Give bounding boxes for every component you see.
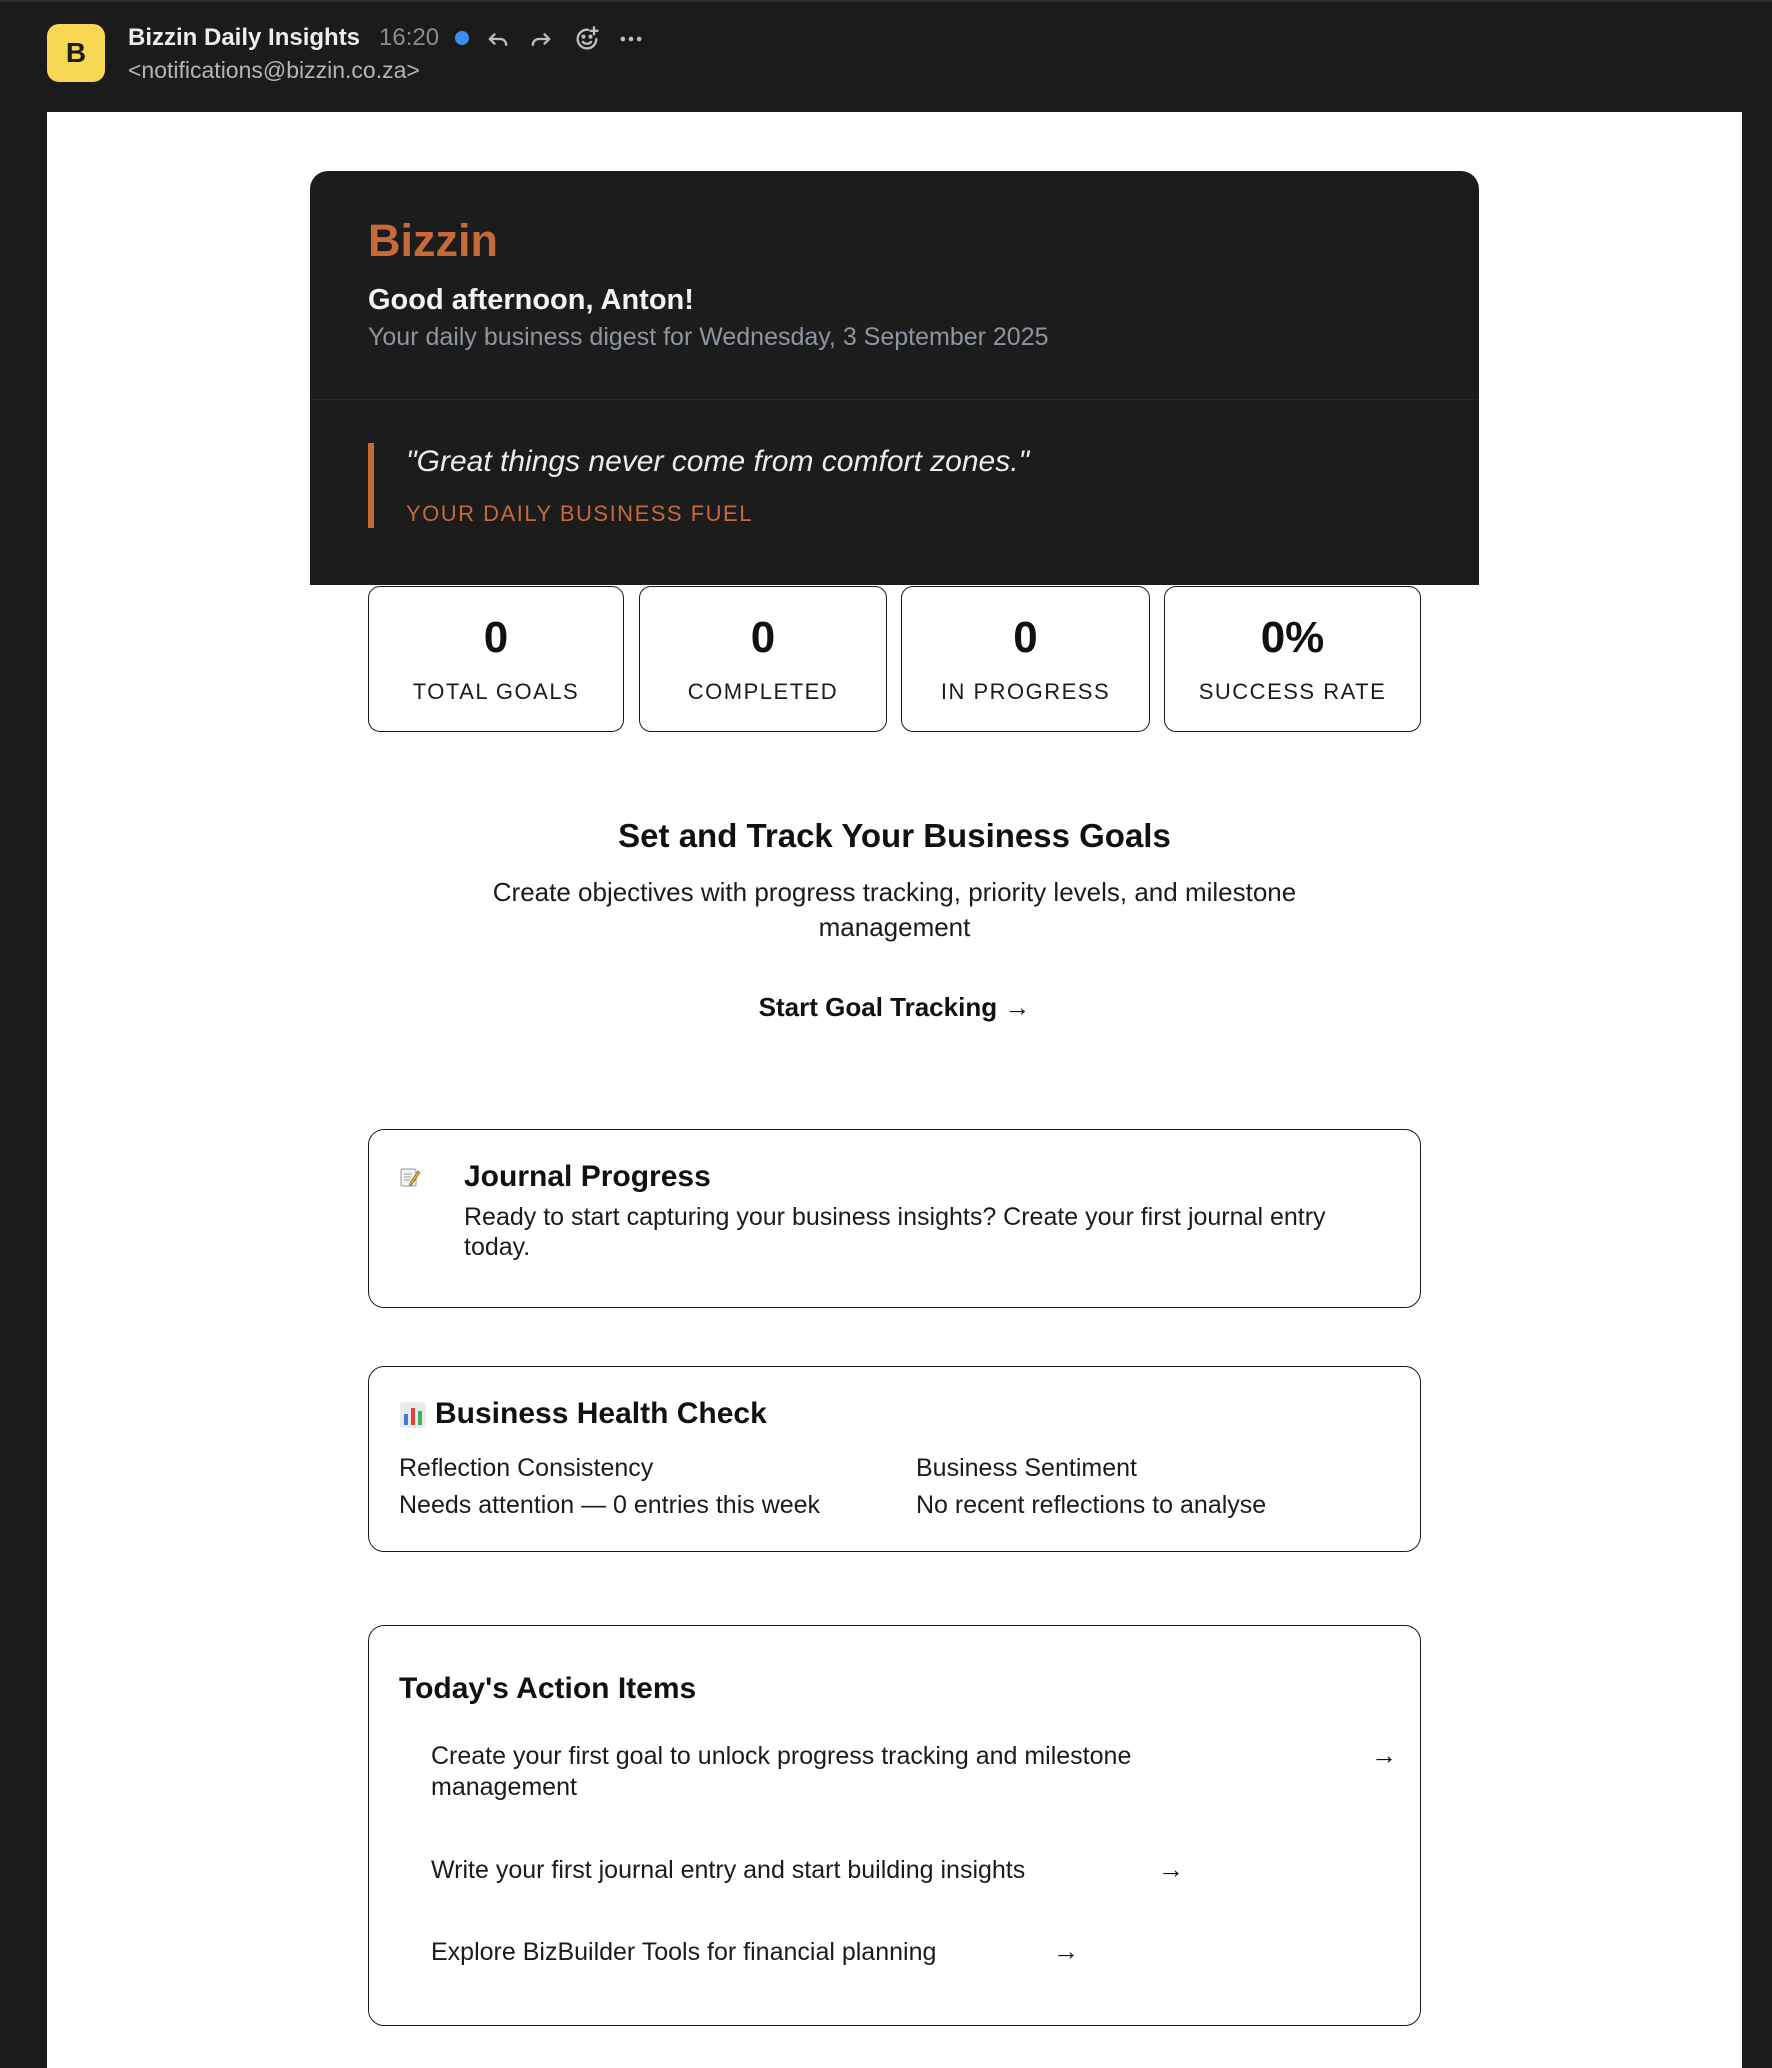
journal-progress-card: Journal Progress Ready to start capturin… [368,1129,1421,1308]
bar-chart-icon [400,1402,426,1428]
sender-avatar[interactable]: B [47,24,105,82]
stat-in-progress: 0 IN PROGRESS [901,586,1150,732]
stat-label: TOTAL GOALS [412,679,580,704]
stat-value: 0 [750,613,776,662]
stat-value: 0 [1013,613,1038,662]
metric-value-reflection: Needs attention — 0 entries this week [399,1491,821,1519]
memo-icon [400,1168,421,1187]
metric-label-reflection: Reflection Consistency [399,1454,654,1482]
mail-header: B Bizzin Daily Insights 16:20 <notificat… [0,0,1772,112]
action-items-title: Today's Action Items [399,1672,697,1705]
stat-value: 0 [483,613,509,662]
stat-label: IN PROGRESS [940,679,1111,704]
brand-logo: Bizzin [368,215,498,266]
goals-description: Create objectives with progress tracking… [492,877,1297,942]
reply-icon[interactable] [481,22,515,56]
greeting: Good afternoon, Anton! [368,284,694,316]
action-item-create-goal[interactable]: Create your first goal to unlock progres… [431,1741,1261,1803]
forward-icon[interactable] [524,22,558,56]
stat-label: SUCCESS RATE [1198,679,1387,704]
email-body: Bizzin Good afternoon, Anton! Your daily… [47,112,1742,2068]
arrow-right-icon[interactable]: → [1158,1854,1184,1885]
quote-accent-bar [368,443,374,528]
quote-caption: YOUR DAILY BUSINESS FUEL [406,501,753,526]
stat-label: COMPLETED [687,679,839,704]
metric-value-sentiment: No recent reflections to analyse [916,1491,1267,1519]
add-reaction-icon[interactable] [570,22,604,56]
daily-quote: "Great things never come from comfort zo… [406,445,1030,478]
hero-divider [310,399,1479,400]
start-goal-tracking-link[interactable]: Start Goal Tracking → [47,992,1742,1023]
sender-address[interactable]: <notifications@bizzin.co.za> [128,57,420,84]
received-time: 16:20 [379,24,440,51]
action-items-card: Today's Action Items Create your first g… [368,1625,1421,2026]
metric-label-sentiment: Business Sentiment [916,1454,1137,1482]
goals-heading: Set and Track Your Business Goals [618,817,1171,854]
sender-name[interactable]: Bizzin Daily Insights [128,24,360,52]
stat-total-goals: 0 TOTAL GOALS [368,586,624,732]
stat-value: 0% [1260,613,1325,662]
arrow-right-icon[interactable]: → [1053,1936,1079,1967]
health-title: Business Health Check [435,1397,767,1430]
action-item-journal-entry[interactable]: Write your first journal entry and start… [431,1855,1025,1886]
journal-text: Ready to start capturing your business i… [464,1203,1326,1261]
unread-indicator[interactable] [455,31,469,45]
stat-success-rate: 0% SUCCESS RATE [1164,586,1421,732]
more-icon[interactable] [614,22,648,56]
stat-completed: 0 COMPLETED [639,586,887,732]
digest-hero: Bizzin Good afternoon, Anton! Your daily… [310,171,1479,585]
arrow-right-icon[interactable]: → [1371,1740,1397,1771]
digest-date: Your daily business digest for Wednesday… [368,323,1049,351]
business-health-card: Business Health Check Reflection Consist… [368,1366,1421,1552]
journal-title: Journal Progress [464,1160,711,1193]
action-item-bizbuilder-tools[interactable]: Explore BizBuilder Tools for financial p… [431,1937,936,1968]
